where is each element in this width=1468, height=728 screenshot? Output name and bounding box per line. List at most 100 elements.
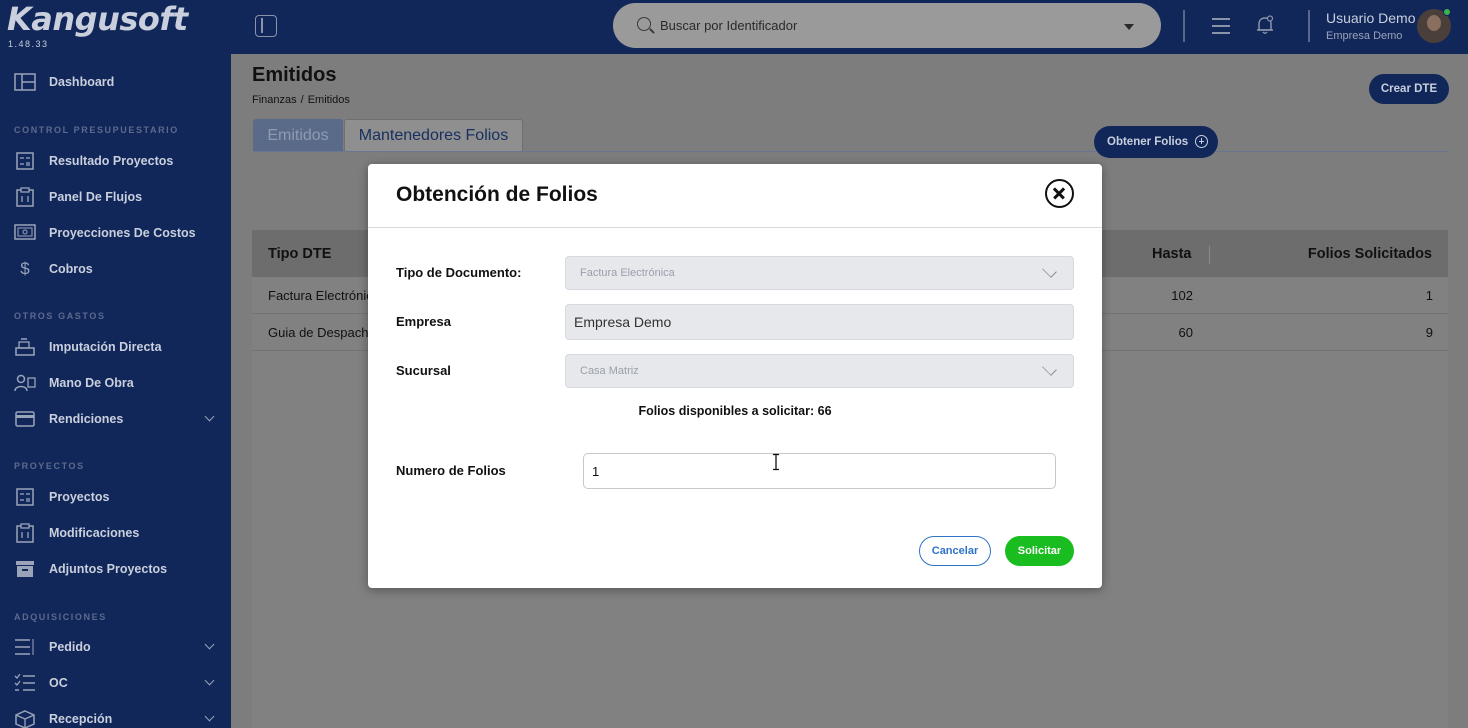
breadcrumb: Finanzas / Emitidos: [252, 94, 350, 106]
obtener-folios-button[interactable]: Obtener Folios: [1094, 126, 1218, 158]
bell-icon[interactable]: [1256, 15, 1274, 35]
cell-tipo: Factura Electrónica: [268, 288, 380, 303]
tab-divider: [253, 151, 1449, 152]
app-version: 1.48.33: [8, 39, 49, 49]
breadcrumb-item-emitidos: Emitidos: [307, 94, 350, 106]
credit-card-icon: [14, 409, 36, 429]
numero-folios-input[interactable]: 1: [583, 453, 1056, 489]
money-icon: [14, 223, 36, 243]
user-company: Empresa Demo: [1326, 30, 1403, 42]
sidebar-item-recepcion[interactable]: Recepción: [0, 705, 231, 728]
divider: [1308, 10, 1310, 42]
cell-solicitados: 9: [1425, 325, 1433, 340]
chevron-down-icon: [1042, 361, 1057, 376]
numero-folios-label: Numero de Folios: [396, 463, 506, 478]
section-otros-gastos: OTROS GASTOS: [14, 311, 106, 321]
chevron-down-icon: [204, 639, 215, 650]
column-divider: [1209, 246, 1210, 264]
tab-emitidos[interactable]: Emitidos: [253, 119, 343, 152]
search-input[interactable]: Buscar por Identificador: [660, 18, 797, 33]
sidebar-item-label: Cobros: [49, 262, 93, 276]
section-proyectos: PROYECTOS: [14, 461, 85, 471]
sidebar-item-label: Proyectos: [49, 490, 110, 504]
search-bar[interactable]: Buscar por Identificador: [613, 3, 1161, 48]
sidebar-item-pedido[interactable]: Pedido: [0, 633, 231, 661]
calculator-icon: [14, 487, 36, 507]
sidebar-item-proyecciones-de-costos[interactable]: Proyecciones De Costos: [0, 219, 231, 247]
breadcrumb-item-finanzas[interactable]: Finanzas: [252, 94, 297, 106]
crear-dte-button[interactable]: Crear DTE: [1369, 74, 1449, 104]
sidebar-item-label: Mano De Obra: [49, 376, 134, 390]
sidebar-item-label: Rendiciones: [49, 412, 124, 426]
modal-header: Obtención de Folios: [368, 164, 1102, 228]
tipo-documento-select[interactable]: Factura Electrónica: [565, 256, 1074, 290]
list-icon: [14, 637, 36, 657]
chevron-down-icon: [204, 675, 215, 686]
online-status-dot: [1443, 8, 1451, 16]
worker-icon: [14, 373, 36, 393]
clipboard-icon: [14, 187, 36, 207]
sidebar-item-mano-de-obra[interactable]: Mano De Obra: [0, 369, 231, 397]
solicitar-button[interactable]: Solicitar: [1005, 536, 1074, 566]
sidebar-item-label: Panel De Flujos: [49, 190, 143, 204]
cash-register-icon: [14, 337, 36, 357]
sidebar-item-cobros[interactable]: $ Cobros: [0, 255, 231, 283]
sidebar-item-label: Proyecciones De Costos: [49, 226, 196, 240]
user-name[interactable]: Usuario Demo: [1326, 10, 1415, 26]
obtencion-folios-modal: Obtención de Folios Tipo de Documento: F…: [368, 164, 1102, 588]
sidebar-item-label: Adjuntos Proyectos: [49, 562, 168, 576]
cell-tipo: Guia de Despacho: [268, 325, 376, 340]
sidebar-item-modificaciones[interactable]: Modificaciones: [0, 519, 231, 547]
caret-down-icon[interactable]: [1124, 24, 1134, 30]
empresa-label: Empresa: [396, 314, 451, 329]
empresa-field[interactable]: Empresa Demo: [565, 304, 1074, 340]
cancel-button[interactable]: Cancelar: [919, 536, 991, 566]
clipboard-icon: [14, 523, 36, 543]
sidebar-item-rendiciones[interactable]: Rendiciones: [0, 405, 231, 433]
chevron-down-icon: [1042, 263, 1057, 278]
sidebar-item-label: Recepción: [49, 712, 113, 726]
cell-hasta: 102: [1171, 288, 1193, 303]
modal-title: Obtención de Folios: [396, 183, 598, 206]
sidebar-item-label: OC: [49, 676, 68, 690]
column-header-tipo[interactable]: Tipo DTE: [268, 246, 331, 262]
sidebar-item-adjuntos-proyectos[interactable]: Adjuntos Proyectos: [0, 555, 231, 583]
sidebar-item-oc[interactable]: OC: [0, 669, 231, 697]
archive-icon: [14, 559, 36, 579]
divider: [1183, 10, 1185, 42]
tipo-documento-value: Factura Electrónica: [580, 267, 675, 279]
sidebar-item-label: Imputación Directa: [49, 340, 162, 354]
topbar: Buscar por Identificador Usuario Demo Em…: [231, 0, 1468, 54]
tipo-documento-label: Tipo de Documento:: [396, 265, 522, 280]
section-control-presupuestario: CONTROL PRESUPUESTARIO: [14, 125, 179, 135]
chevron-down-icon: [204, 411, 215, 422]
page-title: Emitidos: [252, 64, 337, 86]
sidebar-item-label: Dashboard: [49, 75, 115, 89]
obtener-folios-label: Obtener Folios: [1107, 136, 1189, 148]
dashboard-icon: [14, 72, 36, 92]
sidebar-item-dashboard[interactable]: Dashboard: [0, 68, 231, 96]
box-icon: [14, 709, 36, 728]
folios-disponibles-text: Folios disponibles a solicitar: 66: [638, 404, 832, 418]
app-logo[interactable]: Kangusoft: [7, 0, 188, 38]
sucursal-select[interactable]: Casa Matriz: [565, 354, 1074, 388]
sidebar-item-label: Resultado Proyectos: [49, 154, 174, 168]
text-cursor-icon: [771, 453, 781, 471]
sidebar-item-resultado-proyectos[interactable]: Resultado Proyectos: [0, 147, 231, 175]
tab-mantenedores-folios[interactable]: Mantenedores Folios: [344, 119, 523, 152]
dollar-icon: $: [20, 259, 30, 278]
column-header-folios-solicitados[interactable]: Folios Solicitados: [1308, 246, 1432, 262]
sidebar-item-label: Pedido: [49, 640, 91, 654]
section-adquisiciones: ADQUISICIONES: [14, 612, 107, 622]
sidebar: Kangusoft 1.48.33 Dashboard CONTROL PRES…: [0, 0, 231, 728]
close-icon[interactable]: [1045, 179, 1074, 208]
sidebar-toggle-icon[interactable]: [255, 15, 277, 37]
checklist-icon: [14, 673, 36, 693]
sidebar-item-imputacion-directa[interactable]: Imputación Directa: [0, 333, 231, 361]
sidebar-item-label: Modificaciones: [49, 526, 140, 540]
sidebar-item-proyectos[interactable]: Proyectos: [0, 483, 231, 511]
sidebar-item-panel-de-flujos[interactable]: Panel De Flujos: [0, 183, 231, 211]
column-header-hasta[interactable]: Hasta: [1152, 246, 1192, 262]
menu-icon[interactable]: [1212, 16, 1230, 34]
plus-circle-icon: [1195, 135, 1208, 148]
